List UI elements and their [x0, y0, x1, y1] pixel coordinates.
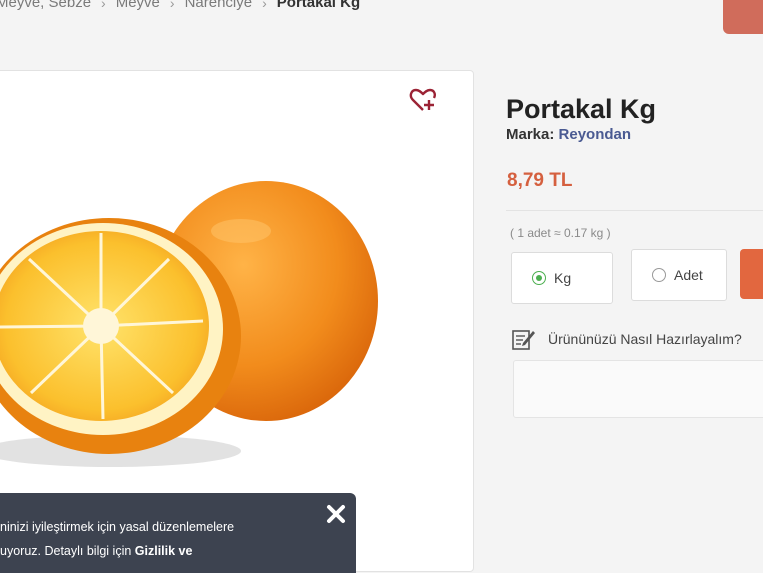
unit-option-adet[interactable]: Adet: [631, 249, 727, 301]
corner-badge[interactable]: [723, 0, 763, 34]
prep-label: Ürününüzü Nasıl Hazırlayalım?: [548, 331, 742, 347]
heart-plus-icon[interactable]: [409, 87, 437, 113]
product-price: 8,79 TL: [507, 170, 573, 191]
brand-link[interactable]: Reyondan: [559, 126, 632, 143]
unit-conversion-note: ( 1 adet ≈ 0.17 kg ): [510, 226, 611, 240]
breadcrumb: Meyve, Sebze › Meyve › Narenciye › Porta…: [0, 0, 360, 11]
prep-notes-input[interactable]: [513, 360, 763, 418]
divider: [506, 210, 763, 211]
radio-selected-icon[interactable]: [532, 271, 546, 285]
breadcrumb-item-meyve-sebze[interactable]: Meyve, Sebze: [0, 0, 91, 11]
breadcrumb-item-meyve[interactable]: Meyve: [116, 0, 160, 11]
breadcrumb-item-current: Portakal Kg: [276, 0, 361, 11]
product-brand: Marka: Reyondan: [506, 126, 631, 143]
unit-option-label: Adet: [674, 267, 703, 283]
cookie-banner: ninizi iyileştirmek için yasal düzenleme…: [0, 493, 356, 573]
chevron-right-icon: ›: [262, 0, 267, 11]
privacy-link[interactable]: Gizlilik ve: [135, 544, 193, 558]
prep-instructions-header: Ürününüzü Nasıl Hazırlayalım?: [512, 328, 742, 350]
cookie-text-prefix: uyoruz. Detaylı bilgi için: [0, 544, 135, 558]
breadcrumb-item-narenciye[interactable]: Narenciye: [185, 0, 253, 11]
unit-option-kg[interactable]: Kg: [511, 252, 613, 304]
unit-option-label: Kg: [554, 270, 572, 286]
chevron-right-icon: ›: [169, 0, 175, 11]
product-title: Portakal Kg: [506, 94, 657, 125]
edit-note-icon: [512, 330, 535, 350]
chevron-right-icon: ›: [101, 0, 106, 11]
cookie-text-line-1: ninizi iyileştirmek için yasal düzenleme…: [0, 520, 235, 534]
radio-unselected-icon[interactable]: [652, 268, 666, 282]
cookie-text-line-2: uyoruz. Detaylı bilgi için Gizlilik ve: [0, 539, 356, 563]
close-icon[interactable]: [325, 503, 347, 525]
add-to-cart-button[interactable]: [740, 249, 763, 299]
brand-label: Marka:: [506, 126, 555, 143]
